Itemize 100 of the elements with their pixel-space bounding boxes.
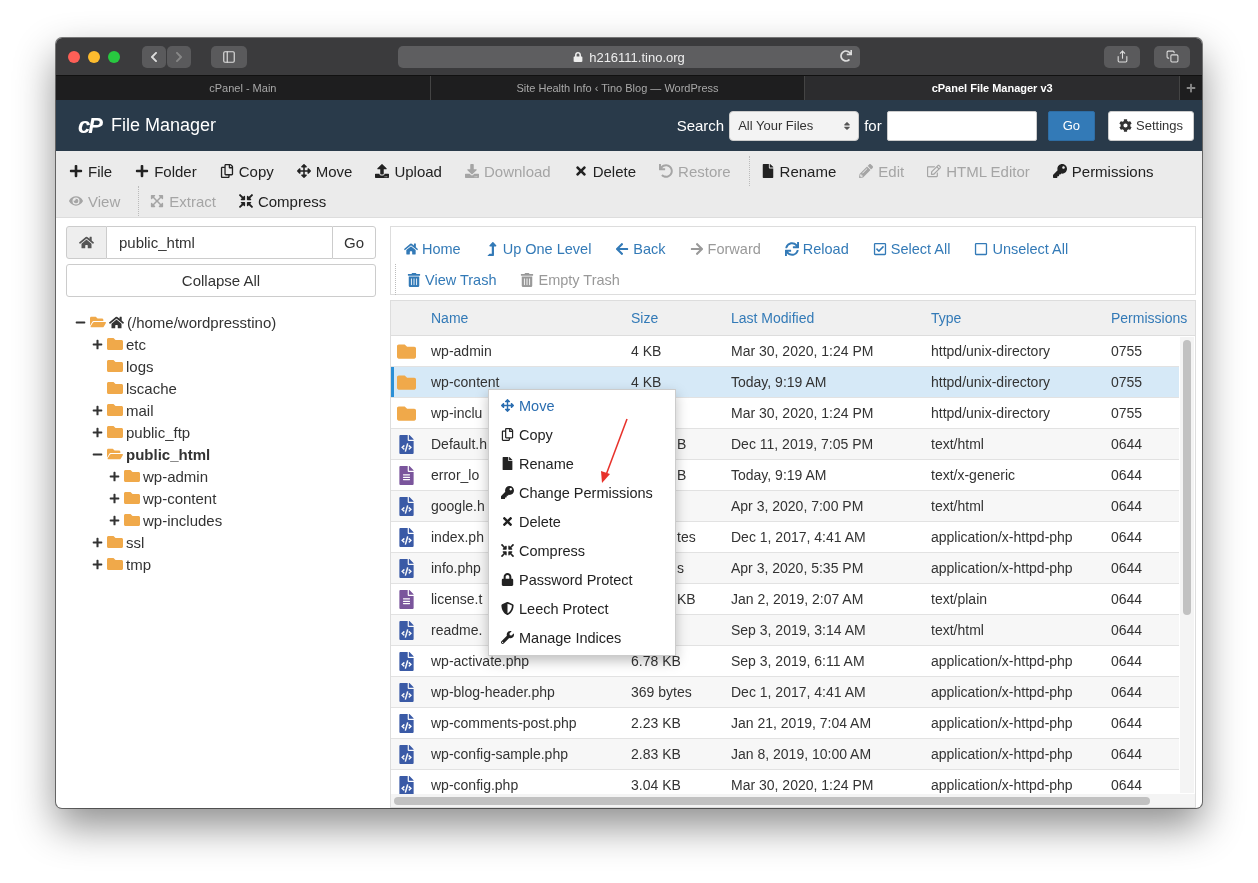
nav-link[interactable]: Back	[606, 234, 675, 263]
nav-link[interactable]: Reload	[775, 234, 858, 263]
tree-item[interactable]: wp-includes	[143, 511, 223, 529]
nav-link[interactable]: Up One Level	[475, 234, 601, 263]
chevron-right-icon	[173, 50, 185, 63]
horizontal-scrollbar[interactable]	[391, 794, 1195, 807]
nav-link[interactable]: Select All	[863, 234, 960, 263]
toolbar-button[interactable]: Delete	[566, 157, 647, 185]
go-button[interactable]: Go	[1047, 110, 1095, 141]
file-name: error_lo	[431, 467, 480, 483]
plus-icon[interactable]	[92, 558, 103, 570]
file-size: 2.83 KB	[631, 746, 681, 762]
tree-item[interactable]: lscache	[126, 379, 177, 397]
file-size: 4 KB	[631, 343, 662, 359]
nav-link[interactable]: Unselect All	[965, 234, 1078, 263]
minimize-button[interactable]	[88, 50, 100, 63]
column-header[interactable]: Last Modified	[731, 310, 931, 326]
forward-button[interactable]	[167, 45, 191, 68]
permissions-value: 0644	[1111, 436, 1143, 452]
toolbar-button[interactable]: Copy	[212, 157, 284, 185]
folder-icon	[397, 403, 416, 423]
tree-item[interactable]: mail	[126, 401, 154, 419]
folder-icon	[107, 424, 123, 440]
plus-icon[interactable]	[92, 338, 103, 350]
tree-item[interactable]: wp-content	[143, 489, 217, 507]
close-window-button[interactable]	[68, 50, 80, 63]
plus-icon[interactable]	[92, 404, 103, 416]
new-tab-icon[interactable]	[1186, 83, 1196, 93]
toolbar-button[interactable]: Move	[289, 157, 363, 185]
lock-icon	[573, 52, 584, 62]
scope-select[interactable]: All Your Files	[729, 110, 860, 141]
permissions-value: 0644	[1111, 684, 1143, 700]
file-row[interactable]: wp-config-sample.php 2.83 KB Jan 8, 2019, 10:00 AM application/x-httpd-php 0644	[391, 739, 1179, 770]
reload-icon[interactable]	[840, 50, 852, 62]
tree-item[interactable]: ssl	[126, 533, 145, 551]
modified-date: Sep 3, 2019, 3:14 AM	[731, 622, 866, 638]
home-button[interactable]	[66, 226, 107, 259]
file-name: wp-comments-post.php	[431, 715, 577, 731]
code-file-icon	[397, 620, 416, 640]
file-row[interactable]: wp-blog-header.php 369 bytes Dec 1, 2017, 4:41 AM application/x-httpd-php 0644	[391, 677, 1179, 708]
upload-icon	[375, 164, 390, 178]
settings-button[interactable]: Settings	[1108, 110, 1194, 141]
sidebar-button[interactable]	[211, 45, 247, 68]
tree-item[interactable]: tmp	[126, 555, 151, 573]
toolbar-button[interactable]: Folder	[128, 157, 207, 185]
permissions-value: 0644	[1111, 591, 1143, 607]
toolbar-button[interactable]: Compress	[231, 187, 337, 215]
tabs-button[interactable]	[1154, 45, 1190, 68]
file-name: wp-config.php	[431, 777, 519, 793]
tree-item[interactable]: public_html	[126, 445, 211, 463]
column-header[interactable]: Permissions	[1111, 310, 1195, 326]
plus-icon[interactable]	[109, 492, 120, 504]
plus-icon[interactable]	[92, 426, 103, 438]
nav-link[interactable]: View Trash	[398, 265, 506, 294]
reload-icon	[784, 241, 799, 256]
browser-tab[interactable]: cPanel File Manager v3	[805, 76, 1180, 100]
plus-icon[interactable]	[109, 514, 120, 526]
toolbar-button[interactable]: Upload	[368, 157, 452, 185]
column-header[interactable]: Type	[931, 310, 1111, 326]
tree-item[interactable]: logs	[126, 357, 154, 375]
home-icon	[404, 241, 418, 256]
address-bar[interactable]: h216111.tino.org	[398, 46, 860, 68]
vertical-scrollbar[interactable]	[1180, 337, 1194, 793]
file-type: text/html	[931, 622, 984, 638]
folder-icon	[107, 358, 123, 374]
file-row[interactable]: wp-content 4 KB Today, 9:19 AM httpd/unix-directory 0755	[391, 367, 1179, 398]
modified-date: Apr 3, 2020, 5:35 PM	[731, 560, 864, 576]
toolbar-button[interactable]: File	[62, 157, 123, 185]
modified-date: Dec 11, 2019, 7:05 PM	[731, 436, 874, 452]
go-button[interactable]: Go	[332, 226, 376, 259]
edit-icon	[927, 164, 942, 178]
column-header[interactable]: Name	[431, 310, 631, 326]
open-folder-icon	[107, 446, 123, 462]
key-icon	[1052, 164, 1067, 178]
share-button[interactable]	[1104, 45, 1140, 68]
zoom-button[interactable]	[108, 50, 120, 63]
collapse-all-button[interactable]: Collapse All	[66, 264, 376, 297]
tree-item[interactable]: wp-admin	[143, 467, 209, 485]
column-header[interactable]: Size	[631, 310, 731, 326]
tree-item[interactable]: public_ftp	[126, 423, 191, 441]
search-field[interactable]	[886, 110, 1037, 141]
file-name: Default.h	[431, 436, 488, 452]
compress-icon	[238, 194, 253, 208]
back-button[interactable]	[142, 45, 166, 68]
nav-link[interactable]: Home	[395, 234, 470, 263]
tree-item[interactable]: etc	[126, 335, 146, 353]
trash-icon	[520, 272, 535, 287]
toolbar-button[interactable]: Rename	[753, 157, 847, 185]
plus-icon[interactable]	[109, 470, 120, 482]
tree-item[interactable]: (/home/wordpresstino)	[127, 313, 277, 331]
trash-icon	[407, 272, 421, 287]
file-type: application/x-httpd-php	[931, 653, 1073, 669]
path-field[interactable]: public_html	[107, 226, 332, 259]
modified-date: Jan 2, 2019, 2:07 AM	[731, 591, 864, 607]
file-name: readme.	[431, 622, 483, 638]
folder-icon	[124, 512, 140, 528]
toolbar-button[interactable]: Permissions	[1045, 157, 1164, 185]
modified-date: Dec 1, 2017, 4:41 AM	[731, 684, 866, 700]
eye-icon	[69, 194, 83, 208]
plus-icon[interactable]	[92, 536, 103, 548]
